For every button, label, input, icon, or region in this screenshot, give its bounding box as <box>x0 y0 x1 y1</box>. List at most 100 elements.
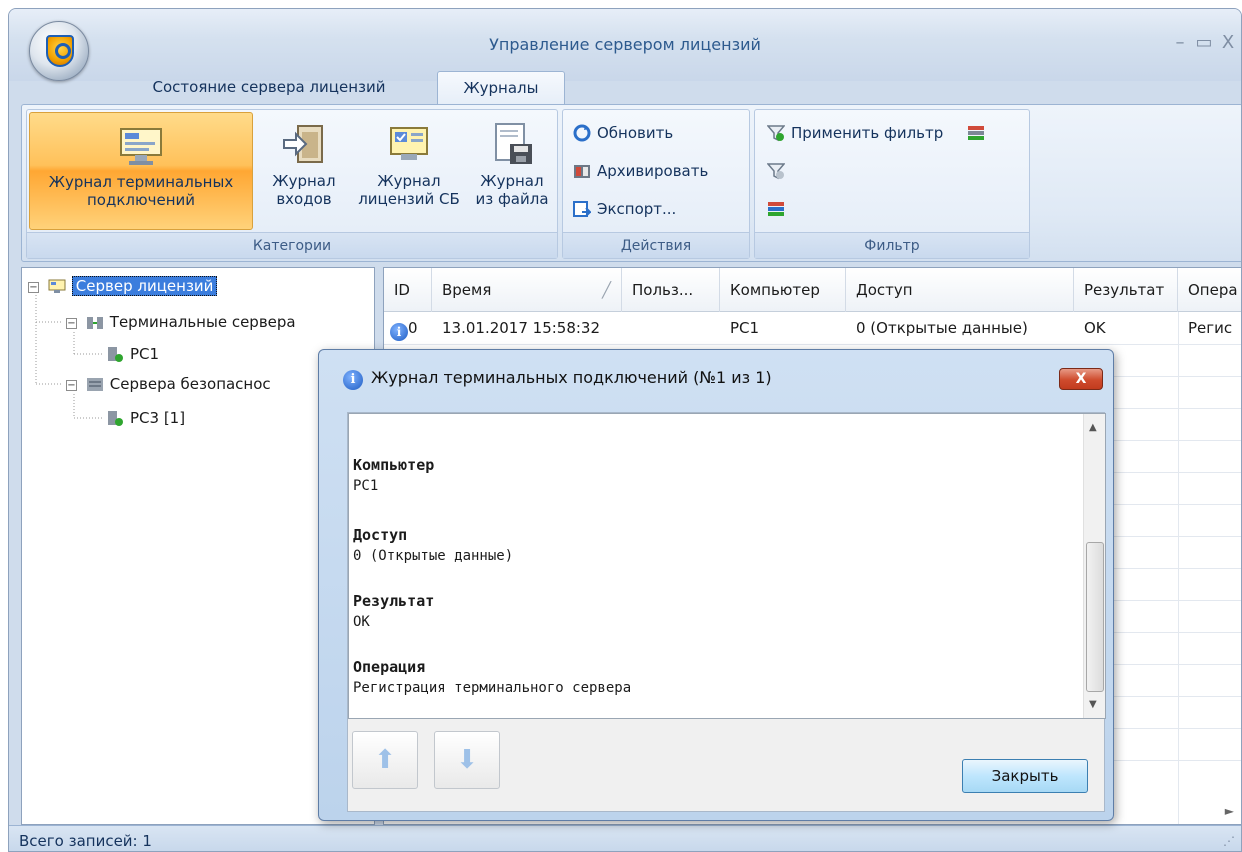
column-header-operation[interactable]: Опера <box>1178 268 1241 312</box>
login-log-button[interactable]: Журнал входов <box>257 112 351 230</box>
terminal-log-label-1: Журнал терминальных <box>48 173 234 191</box>
server-online-icon <box>106 409 124 427</box>
filter-settings-button[interactable] <box>967 120 991 146</box>
ribbon-group-actions: Обновить Архивировать Экспорт... Действи… <box>562 109 750 259</box>
field-label-computer: Компьютер <box>353 456 435 474</box>
export-button[interactable]: Экспорт... <box>573 196 676 222</box>
arrow-down-icon: ⬇ <box>456 745 478 775</box>
grid-line <box>384 344 1241 345</box>
terminal-log-label-2: подключений <box>86 191 196 209</box>
filter-settings-icon <box>967 124 985 142</box>
field-value-computer: PC1 <box>353 478 379 494</box>
resize-grip-icon[interactable]: ⋰ <box>1223 826 1235 851</box>
field-label-result: Результат <box>353 592 435 610</box>
column-header-time[interactable]: Время ╱ <box>432 268 622 312</box>
collapse-icon[interactable]: − <box>66 380 77 391</box>
table-cell-time: 13.01.2017 15:58:32 <box>442 319 601 337</box>
table-cell-operation: Регис <box>1188 319 1233 337</box>
scroll-up-arrow-icon[interactable]: ▲ <box>1089 422 1097 433</box>
file-log-button[interactable]: Журнал из файла <box>467 112 557 230</box>
tree-label-pc1: PC1 <box>130 345 160 363</box>
tree-item-pc3[interactable]: PC3 [1] <box>106 406 185 430</box>
archive-button[interactable]: Архивировать <box>573 158 708 184</box>
dialog-close-button[interactable]: Закрыть <box>962 759 1088 793</box>
ribbon-group-filter: Применить фильтр Фильтр <box>754 109 1030 259</box>
export-icon <box>573 200 593 218</box>
minimize-button[interactable]: – <box>1169 33 1191 53</box>
scroll-right-arrow-icon[interactable]: ► <box>1225 804 1234 818</box>
previous-record-button[interactable]: ⬆ <box>352 731 418 789</box>
archive-icon <box>573 162 591 180</box>
tree-item-pc1[interactable]: PC1 <box>106 342 159 366</box>
tree-item-license-server[interactable]: − Сервер лицензий <box>28 274 218 298</box>
column-header-computer[interactable]: Компьютер <box>720 268 846 312</box>
arrow-up-icon: ⬆ <box>374 745 396 775</box>
column-header-result[interactable]: Результат <box>1074 268 1178 312</box>
filter-apply-icon <box>766 124 786 142</box>
terminal-log-icon <box>119 123 163 167</box>
tab-license-server-state[interactable]: Состояние сервера лицензий <box>109 71 429 105</box>
server-group-icon <box>86 375 104 393</box>
record-dialog: i Журнал терминальных подключений (№1 из… <box>318 349 1114 821</box>
login-log-label-2: входов <box>276 190 332 208</box>
dialog-close-x-button[interactable]: X <box>1059 368 1103 390</box>
record-details[interactable]: Компьютер PC1 Доступ 0 (Открытые данные)… <box>348 413 1106 719</box>
field-label-access: Доступ <box>353 526 408 544</box>
license-log-label-2: лицензий СБ <box>358 190 460 208</box>
archive-label: Архивировать <box>597 162 709 180</box>
table-cell-id-text: 0 <box>408 319 418 337</box>
tree-label-pc3: PC3 [1] <box>130 409 186 427</box>
apply-filter-button[interactable]: Применить фильтр <box>766 120 943 146</box>
filter-clear-icon <box>766 162 786 180</box>
table-cell-access: 0 (Открытые данные) <box>856 319 1028 337</box>
tree-item-security-servers[interactable]: − Сервера безопаснос <box>66 372 271 396</box>
ribbon-group-categories: Журнал терминальных подключений Журнал в… <box>26 109 558 259</box>
sort-ascending-icon: ╱ <box>601 281 611 299</box>
server-online-icon <box>106 345 124 363</box>
field-label-operation: Операция <box>353 658 426 676</box>
tree-item-terminal-servers[interactable]: − Терминальные сервера <box>66 310 296 334</box>
export-label: Экспорт... <box>597 200 677 218</box>
scroll-down-arrow-icon[interactable]: ▼ <box>1089 699 1097 710</box>
license-log-button[interactable]: Журнал лицензий СБ <box>353 112 465 230</box>
refresh-button[interactable]: Обновить <box>573 120 673 146</box>
scrollbar-thumb[interactable] <box>1086 542 1104 692</box>
info-icon: i <box>390 323 408 341</box>
terminal-log-button[interactable]: Журнал терминальных подключений <box>29 112 253 230</box>
license-server-icon <box>48 277 66 295</box>
tab-logs[interactable]: Журналы <box>437 71 565 105</box>
tree-label-license-server: Сервер лицензий <box>71 276 218 296</box>
column-header-access[interactable]: Доступ <box>846 268 1074 312</box>
table-cell-computer: PC1 <box>730 319 760 337</box>
filter-group-label: Фильтр <box>755 232 1029 258</box>
file-log-label-1: Журнал <box>480 172 544 190</box>
record-count: Всего записей: 1 <box>19 832 152 850</box>
table-cell-user <box>622 312 720 344</box>
details-scrollbar[interactable]: ▲ ▼ <box>1083 414 1105 718</box>
table-cell-result: OK <box>1084 319 1106 337</box>
login-log-icon <box>282 122 326 166</box>
refresh-label: Обновить <box>597 124 674 142</box>
license-log-icon <box>387 122 431 166</box>
table-cell-id: i0 <box>384 312 432 344</box>
categories-group-label: Категории <box>27 232 557 258</box>
tree-label-terminal-servers: Терминальные сервера <box>109 313 296 331</box>
collapse-icon[interactable]: − <box>28 282 39 293</box>
filter-list-button[interactable] <box>767 196 791 222</box>
next-record-button[interactable]: ⬇ <box>434 731 500 789</box>
maximize-button[interactable]: ▭ <box>1193 33 1215 53</box>
file-log-icon <box>490 122 534 166</box>
ribbon: Журнал терминальных подключений Журнал в… <box>21 104 1241 262</box>
clear-filter-button[interactable] <box>766 158 791 184</box>
license-log-label-1: Журнал <box>377 172 441 190</box>
collapse-icon[interactable]: − <box>66 318 77 329</box>
column-header-time-label: Время <box>442 281 492 299</box>
column-header-user[interactable]: Польз... <box>622 268 720 312</box>
info-icon: i <box>343 370 363 390</box>
close-window-button[interactable]: X <box>1217 33 1239 53</box>
status-bar: Всего записей: 1 ⋰ <box>9 825 1241 851</box>
grid-line <box>1178 312 1179 824</box>
field-value-operation: Регистрация терминального сервера <box>353 680 632 696</box>
field-value-access: 0 (Открытые данные) <box>353 548 514 564</box>
column-header-id[interactable]: ID <box>384 268 432 312</box>
